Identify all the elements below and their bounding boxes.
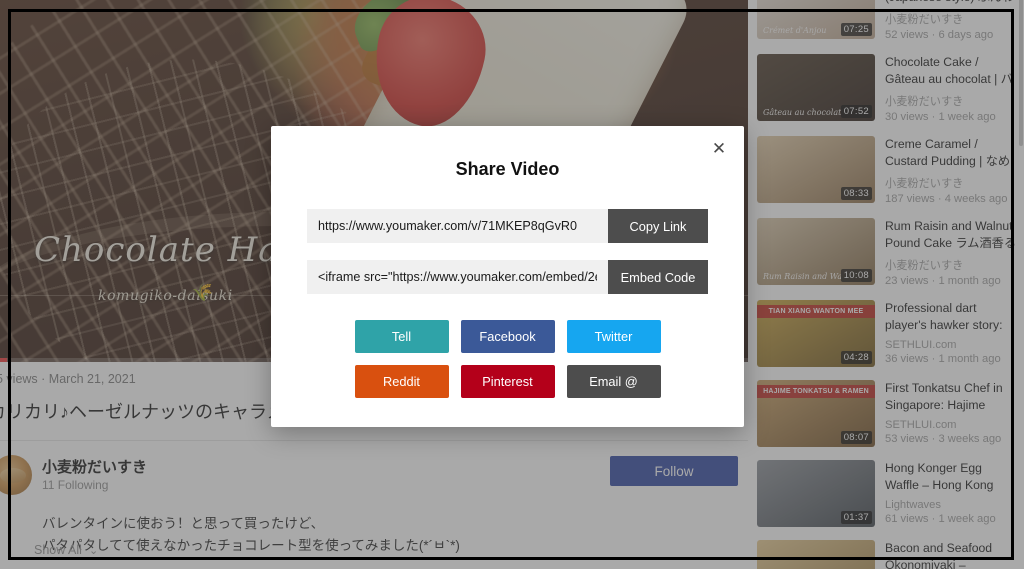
screen: Chocolate Hazelnut komugiko-daisuki 🌾 5 … [0, 0, 1024, 569]
share-button-twitter[interactable]: Twitter [566, 320, 661, 353]
share-button-tell[interactable]: Tell [354, 320, 449, 353]
close-icon[interactable]: ✕ [708, 137, 730, 159]
dialog-title: Share Video [455, 159, 560, 179]
embed-code-row: Embed Code [307, 260, 708, 294]
share-button-pinterest[interactable]: Pinterest [460, 365, 555, 398]
share-button-reddit[interactable]: Reddit [354, 365, 449, 398]
share-video-dialog: ✕ Share Video Copy Link Embed Code Tell F… [271, 126, 744, 427]
embed-code-button[interactable]: Embed Code [608, 260, 708, 294]
social-share-grid: Tell Facebook Twitter Reddit Pinterest Email … [271, 320, 744, 398]
embed-code-input[interactable] [307, 260, 608, 294]
share-button-facebook[interactable]: Facebook [460, 320, 555, 353]
share-link-row: Copy Link [307, 209, 708, 243]
copy-link-button[interactable]: Copy Link [608, 209, 708, 243]
share-link-input[interactable] [307, 209, 608, 243]
share-button-email[interactable]: Email @ [566, 365, 661, 398]
